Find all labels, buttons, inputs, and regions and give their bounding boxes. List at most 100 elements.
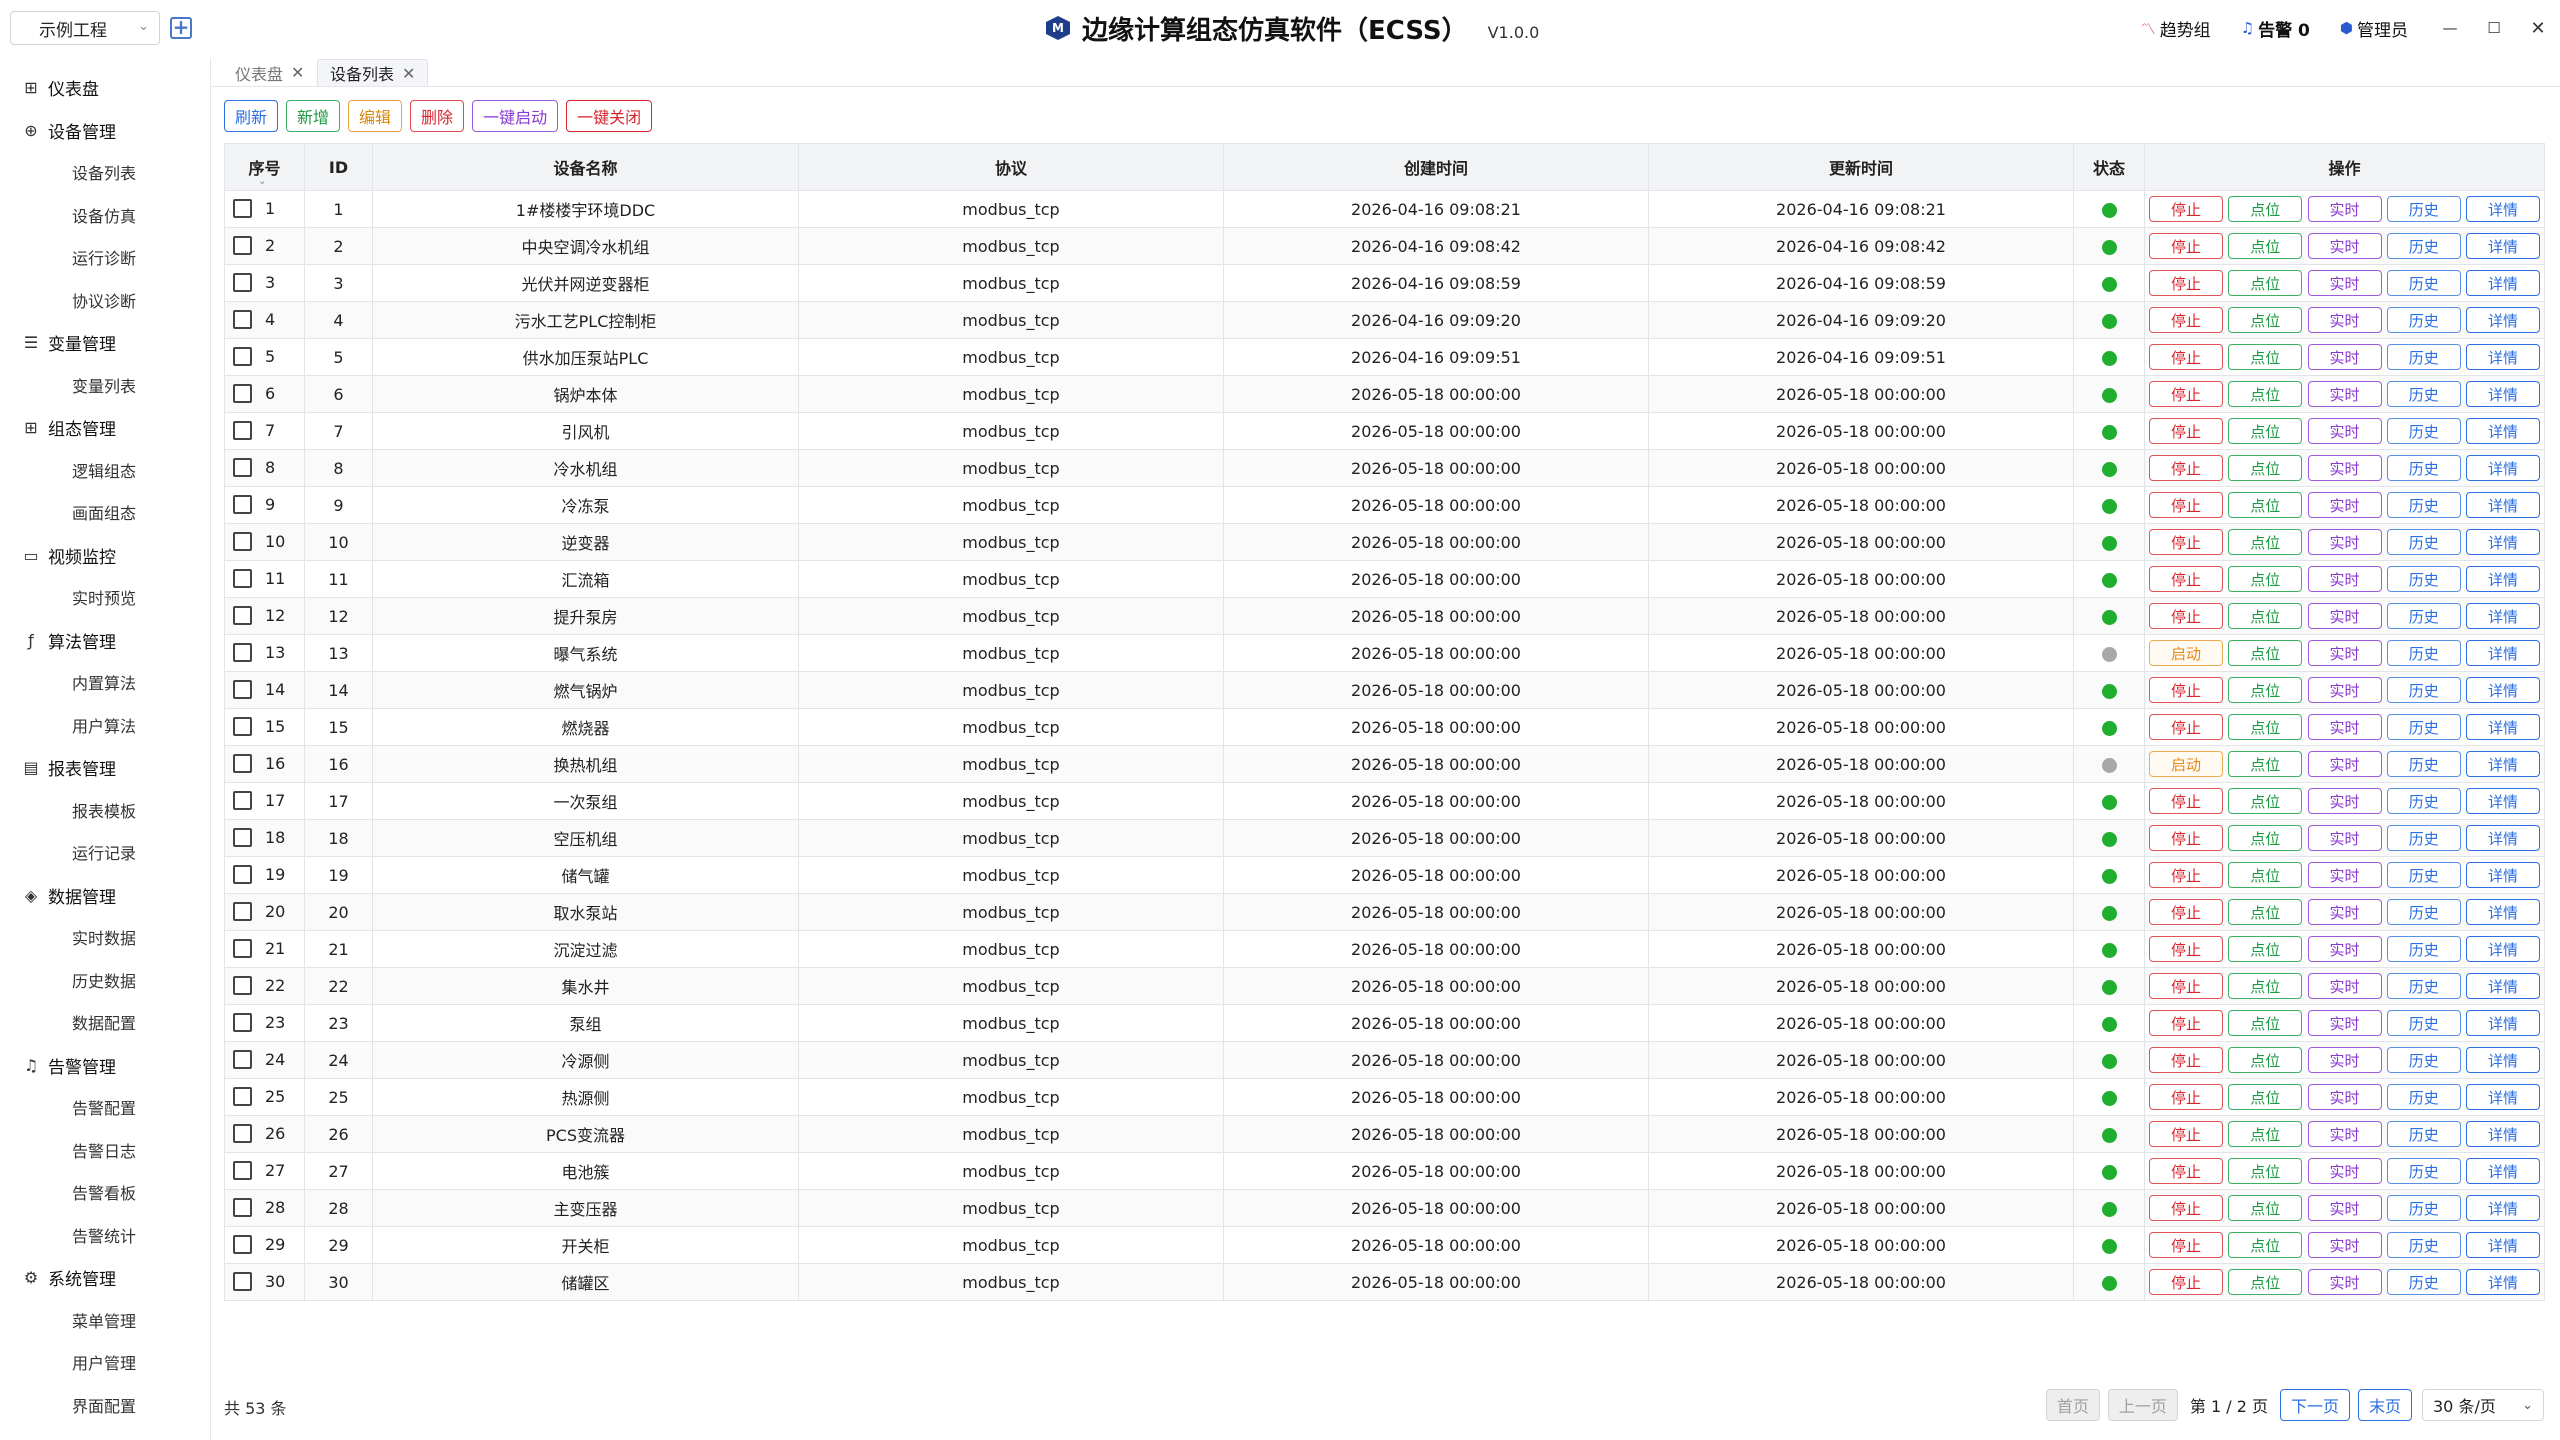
stop-all-button[interactable]: 一键关闭: [566, 100, 653, 132]
points-button[interactable]: 点位: [2228, 1121, 2303, 1147]
table-row[interactable]: 6 6 锅炉本体 modbus_tcp 2026-05-18 00:00:00 2026-…: [224, 375, 2545, 413]
realtime-button[interactable]: 实时: [2307, 751, 2382, 777]
row-checkbox[interactable]: [233, 717, 252, 736]
sidebar-group[interactable]: ▭ 视频监控: [20, 543, 116, 568]
points-button[interactable]: 点位: [2228, 270, 2303, 296]
stop-button[interactable]: 停止: [2149, 344, 2223, 370]
refresh-button[interactable]: 刷新: [224, 100, 279, 132]
sidebar-item[interactable]: 画面组态: [72, 500, 136, 524]
table-row[interactable]: 26 26 PCS变流器 modbus_tcp 2026-05-18 00:00:00 2…: [224, 1115, 2545, 1153]
sidebar-item[interactable]: 用户管理: [72, 1350, 136, 1374]
table-row[interactable]: 28 28 主变压器 modbus_tcp 2026-05-18 00:00:00 202…: [224, 1189, 2545, 1227]
sidebar-group[interactable]: ⊕ 设备管理: [20, 118, 116, 143]
history-button[interactable]: 历史: [2386, 1158, 2461, 1184]
column-header-seq[interactable]: 序号 ⌄: [224, 143, 305, 191]
realtime-button[interactable]: 实时: [2307, 603, 2382, 629]
trend-group-button[interactable]: 〽 趋势组: [2141, 16, 2211, 41]
history-button[interactable]: 历史: [2386, 566, 2461, 592]
detail-button[interactable]: 详情: [2466, 1232, 2540, 1258]
points-button[interactable]: 点位: [2228, 862, 2303, 888]
realtime-button[interactable]: 实时: [2307, 1195, 2382, 1221]
row-checkbox[interactable]: [233, 532, 252, 551]
column-header-updated[interactable]: 更新时间: [1648, 143, 2074, 191]
row-checkbox[interactable]: [233, 347, 252, 366]
sidebar-item[interactable]: 设备仿真: [72, 203, 136, 227]
close-tab-icon[interactable]: ✕: [402, 64, 415, 83]
row-checkbox[interactable]: [233, 754, 252, 773]
detail-button[interactable]: 详情: [2466, 1269, 2540, 1295]
stop-button[interactable]: 停止: [2149, 566, 2223, 592]
realtime-button[interactable]: 实时: [2307, 862, 2382, 888]
detail-button[interactable]: 详情: [2466, 788, 2540, 814]
history-button[interactable]: 历史: [2386, 233, 2461, 259]
points-button[interactable]: 点位: [2228, 973, 2303, 999]
table-row[interactable]: 17 17 一次泵组 modbus_tcp 2026-05-18 00:00:00 202…: [224, 782, 2545, 820]
realtime-button[interactable]: 实时: [2307, 566, 2382, 592]
user-button[interactable]: ⬢ 管理员: [2340, 16, 2408, 41]
stop-button[interactable]: 停止: [2149, 1084, 2223, 1110]
points-button[interactable]: 点位: [2228, 825, 2303, 851]
row-checkbox[interactable]: [233, 236, 252, 255]
table-row[interactable]: 19 19 储气罐 modbus_tcp 2026-05-18 00:00:00 2026…: [224, 856, 2545, 894]
realtime-button[interactable]: 实时: [2307, 825, 2382, 851]
realtime-button[interactable]: 实时: [2307, 344, 2382, 370]
realtime-button[interactable]: 实时: [2307, 196, 2382, 222]
detail-button[interactable]: 详情: [2466, 714, 2540, 740]
detail-button[interactable]: 详情: [2466, 1121, 2540, 1147]
table-row[interactable]: 21 21 沉淀过滤 modbus_tcp 2026-05-18 00:00:00 202…: [224, 930, 2545, 968]
delete-button[interactable]: 删除: [410, 100, 465, 132]
realtime-button[interactable]: 实时: [2307, 1158, 2382, 1184]
history-button[interactable]: 历史: [2386, 936, 2461, 962]
edit-button[interactable]: 编辑: [348, 100, 403, 132]
history-button[interactable]: 历史: [2386, 677, 2461, 703]
stop-button[interactable]: 停止: [2149, 1010, 2223, 1036]
stop-button[interactable]: 停止: [2149, 492, 2223, 518]
table-row[interactable]: 1 1 1#楼楼宇环境DDC modbus_tcp 2026-04-16 09:08:2…: [224, 190, 2545, 228]
history-button[interactable]: 历史: [2386, 344, 2461, 370]
column-header-status[interactable]: 状态: [2073, 143, 2145, 191]
detail-button[interactable]: 详情: [2466, 603, 2540, 629]
table-row[interactable]: 25 25 热源侧 modbus_tcp 2026-05-18 00:00:00 2026…: [224, 1078, 2545, 1116]
history-button[interactable]: 历史: [2386, 751, 2461, 777]
history-button[interactable]: 历史: [2386, 196, 2461, 222]
history-button[interactable]: 历史: [2386, 788, 2461, 814]
points-button[interactable]: 点位: [2228, 381, 2303, 407]
close-icon[interactable]: ✕: [2516, 18, 2560, 39]
history-button[interactable]: 历史: [2386, 1269, 2461, 1295]
detail-button[interactable]: 详情: [2466, 307, 2540, 333]
realtime-button[interactable]: 实时: [2307, 788, 2382, 814]
start-button[interactable]: 启动: [2149, 640, 2223, 666]
detail-button[interactable]: 详情: [2466, 936, 2540, 962]
points-button[interactable]: 点位: [2228, 1158, 2303, 1184]
stop-button[interactable]: 停止: [2149, 307, 2223, 333]
row-checkbox[interactable]: [233, 606, 252, 625]
detail-button[interactable]: 详情: [2466, 677, 2540, 703]
table-row[interactable]: 15 15 燃烧器 modbus_tcp 2026-05-18 00:00:00 2026…: [224, 708, 2545, 746]
maximize-icon[interactable]: ☐: [2472, 19, 2516, 37]
next-page-button[interactable]: 下一页: [2279, 1389, 2350, 1421]
realtime-button[interactable]: 实时: [2307, 381, 2382, 407]
sidebar-group[interactable]: ◈ 数据管理: [20, 883, 116, 908]
row-checkbox[interactable]: [233, 273, 252, 292]
history-button[interactable]: 历史: [2386, 1121, 2461, 1147]
sidebar-item[interactable]: 内置算法: [72, 670, 136, 694]
history-button[interactable]: 历史: [2386, 418, 2461, 444]
stop-button[interactable]: 停止: [2149, 233, 2223, 259]
row-checkbox[interactable]: [233, 1013, 252, 1032]
row-checkbox[interactable]: [233, 569, 252, 588]
row-checkbox[interactable]: [233, 939, 252, 958]
realtime-button[interactable]: 实时: [2307, 270, 2382, 296]
detail-button[interactable]: 详情: [2466, 640, 2540, 666]
detail-button[interactable]: 详情: [2466, 1010, 2540, 1036]
points-button[interactable]: 点位: [2228, 677, 2303, 703]
points-button[interactable]: 点位: [2228, 714, 2303, 740]
stop-button[interactable]: 停止: [2149, 973, 2223, 999]
detail-button[interactable]: 详情: [2466, 899, 2540, 925]
tab-device-list[interactable]: 设备列表 ✕: [317, 59, 429, 86]
row-checkbox[interactable]: [233, 1235, 252, 1254]
prev-page-button[interactable]: 上一页: [2107, 1389, 2178, 1421]
first-page-button[interactable]: 首页: [2045, 1389, 2100, 1421]
row-checkbox[interactable]: [233, 1198, 252, 1217]
detail-button[interactable]: 详情: [2466, 751, 2540, 777]
history-button[interactable]: 历史: [2386, 492, 2461, 518]
